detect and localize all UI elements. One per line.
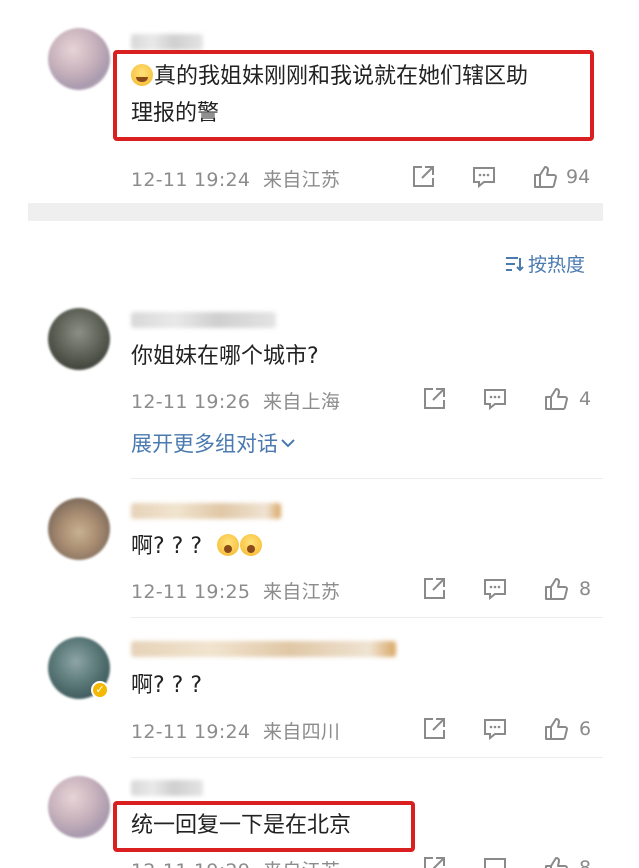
- username-blurred[interactable]: [131, 641, 396, 657]
- share-icon: [424, 857, 445, 868]
- reply-button[interactable]: [482, 576, 508, 602]
- like-count: 4: [579, 388, 592, 410]
- share-button[interactable]: [421, 716, 447, 742]
- comment-icon: [484, 858, 506, 868]
- row-divider: [131, 478, 603, 479]
- avatar[interactable]: [48, 498, 110, 560]
- like-count: 94: [566, 166, 591, 188]
- avatar[interactable]: [48, 28, 110, 90]
- share-button[interactable]: [421, 386, 447, 412]
- comment-location: 来自江苏: [263, 581, 341, 603]
- comment-location: 来自四川: [263, 721, 341, 743]
- comment-meta: 12-11 19:26 来自上海: [131, 387, 340, 414]
- username-blurred[interactable]: [131, 34, 203, 50]
- username-blurred[interactable]: [131, 312, 276, 328]
- like-icon: [545, 578, 568, 600]
- like-button[interactable]: 8: [543, 855, 591, 868]
- like-count: 8: [579, 578, 592, 600]
- sort-icon: [506, 256, 524, 271]
- expand-label[interactable]: 展开更多组对话: [131, 428, 278, 458]
- comment-text: 统一回复一下是在北京: [131, 813, 352, 838]
- comment-meta: 12-11 19:29 来自江苏: [131, 856, 340, 868]
- comment-text: 啊? ? ?: [131, 530, 263, 563]
- row-divider: [131, 617, 603, 618]
- share-icon: [424, 388, 445, 409]
- like-count: 8: [579, 857, 592, 868]
- reply-button[interactable]: [482, 716, 508, 742]
- row-divider: [131, 757, 603, 758]
- comment-icon: [484, 579, 506, 601]
- sort-label[interactable]: 按热度: [528, 250, 585, 277]
- avatar[interactable]: [48, 776, 110, 838]
- comment-time: 12-11 19:26: [131, 391, 251, 413]
- like-icon: [545, 857, 568, 868]
- shocked-emoji-icon: [217, 534, 240, 556]
- share-icon: [424, 578, 445, 599]
- comment-meta: 12-11 19:25 来自江苏: [131, 577, 340, 604]
- username-blurred[interactable]: [131, 503, 281, 519]
- share-icon: [424, 718, 445, 739]
- comment-meta: 12-11 19:24 来自江苏: [131, 165, 340, 192]
- share-button[interactable]: [421, 576, 447, 602]
- sort-toggle[interactable]: 按热度: [504, 250, 585, 277]
- comment-text: 真的我姐妹刚刚和我说就在她们辖区助: [131, 60, 528, 93]
- comment-meta: 12-11 19:24 来自四川: [131, 717, 340, 744]
- verified-badge-icon: ✓: [91, 681, 109, 699]
- comment-text: 你姐妹在哪个城市?: [131, 344, 319, 369]
- like-button[interactable]: 8: [543, 576, 591, 602]
- share-button[interactable]: [410, 164, 436, 190]
- comment-location: 来自江苏: [263, 169, 341, 191]
- section-divider: [28, 203, 603, 221]
- comment-text: 啊? ? ?: [131, 673, 203, 698]
- reply-button[interactable]: [471, 164, 497, 190]
- username-blurred[interactable]: [131, 780, 203, 796]
- chevron-down-icon: [281, 439, 295, 448]
- like-count: 6: [579, 718, 592, 740]
- comment-time: 12-11 19:29: [131, 860, 250, 868]
- comment-icon: [484, 719, 506, 741]
- like-icon: [534, 166, 557, 188]
- comment-location: 来自上海: [263, 391, 341, 413]
- comment-icon: [473, 167, 495, 189]
- like-button[interactable]: 4: [543, 386, 591, 412]
- like-button[interactable]: 6: [543, 716, 591, 742]
- reply-button[interactable]: [482, 386, 508, 412]
- expand-conversation-link[interactable]: 展开更多组对话: [131, 428, 296, 458]
- comment-time: 12-11 19:24: [131, 169, 251, 191]
- comment-time: 12-11 19:24: [131, 721, 251, 743]
- like-button[interactable]: 94: [532, 164, 590, 190]
- share-icon: [413, 166, 434, 187]
- like-icon: [545, 718, 568, 740]
- share-button[interactable]: [421, 855, 447, 868]
- comment-location: 来自江苏: [263, 860, 340, 868]
- comment-icon: [484, 389, 506, 411]
- like-icon: [545, 388, 568, 410]
- comment-text-line2: 理报的警: [131, 101, 220, 126]
- reply-button[interactable]: [482, 855, 508, 868]
- avatar[interactable]: [48, 308, 110, 370]
- crying-emoji-icon: [131, 64, 153, 86]
- shocked-emoji-icon: [240, 534, 263, 556]
- comment-time: 12-11 19:25: [131, 581, 251, 603]
